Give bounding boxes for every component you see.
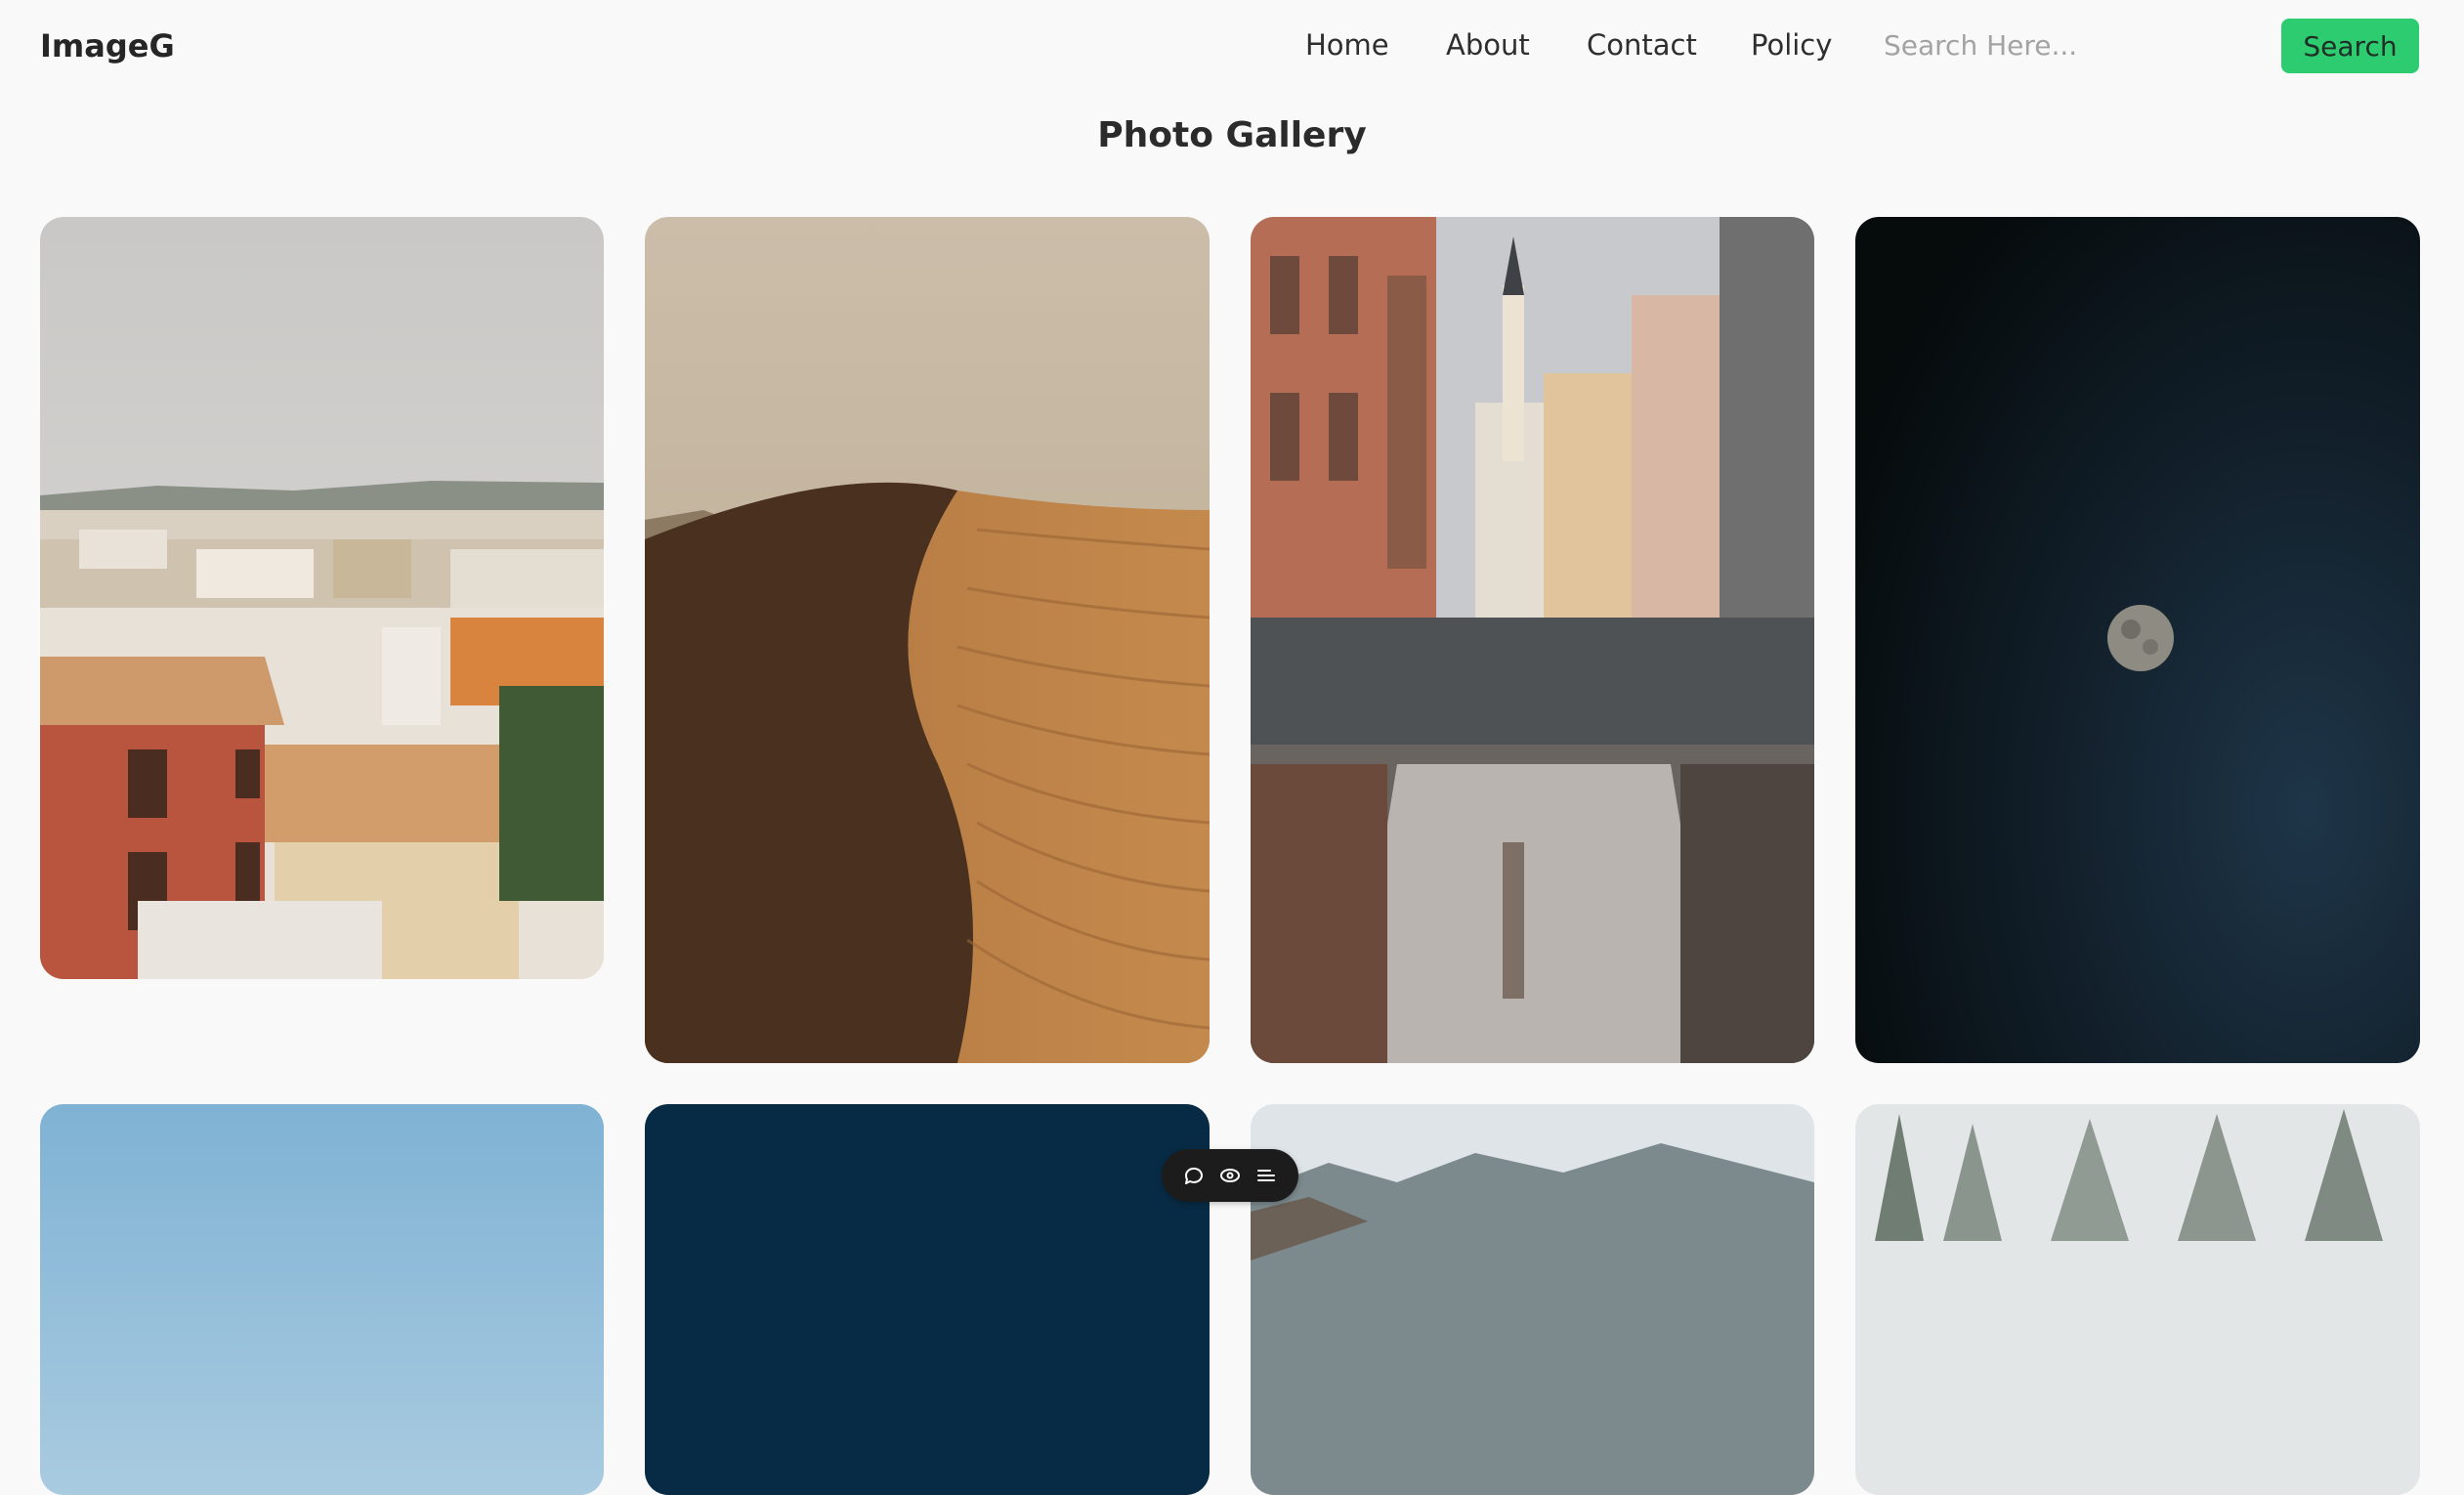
eye-icon[interactable] — [1215, 1161, 1245, 1190]
menu-icon[interactable] — [1252, 1161, 1281, 1190]
photo-sand-dune[interactable] — [645, 217, 1210, 1063]
nav-home-link[interactable]: Home — [1305, 28, 1389, 62]
comment-icon[interactable] — [1179, 1161, 1209, 1190]
photo-moon[interactable] — [1855, 217, 2420, 1063]
logo[interactable]: ImageG — [40, 27, 175, 64]
photo-misty-forest[interactable] — [1855, 1104, 2420, 1495]
search-input[interactable] — [1884, 18, 2274, 72]
page-title: Photo Gallery — [1097, 115, 1367, 155]
search-button[interactable]: Search — [2281, 19, 2419, 73]
top-navbar: ImageG Home About Contact Policy Search — [0, 0, 2464, 93]
nav-policy-link[interactable]: Policy — [1751, 28, 1832, 62]
photo-rooftops[interactable] — [40, 217, 604, 979]
photo-mountains[interactable] — [1251, 1104, 1814, 1495]
photo-deep-blue[interactable] — [645, 1104, 1210, 1495]
floating-toolbar — [1162, 1149, 1298, 1202]
nav-contact-link[interactable]: Contact — [1587, 28, 1697, 62]
photo-blue-sky[interactable] — [40, 1104, 604, 1495]
nav-about-link[interactable]: About — [1446, 28, 1530, 62]
photo-street-reflection[interactable] — [1251, 217, 1814, 1063]
